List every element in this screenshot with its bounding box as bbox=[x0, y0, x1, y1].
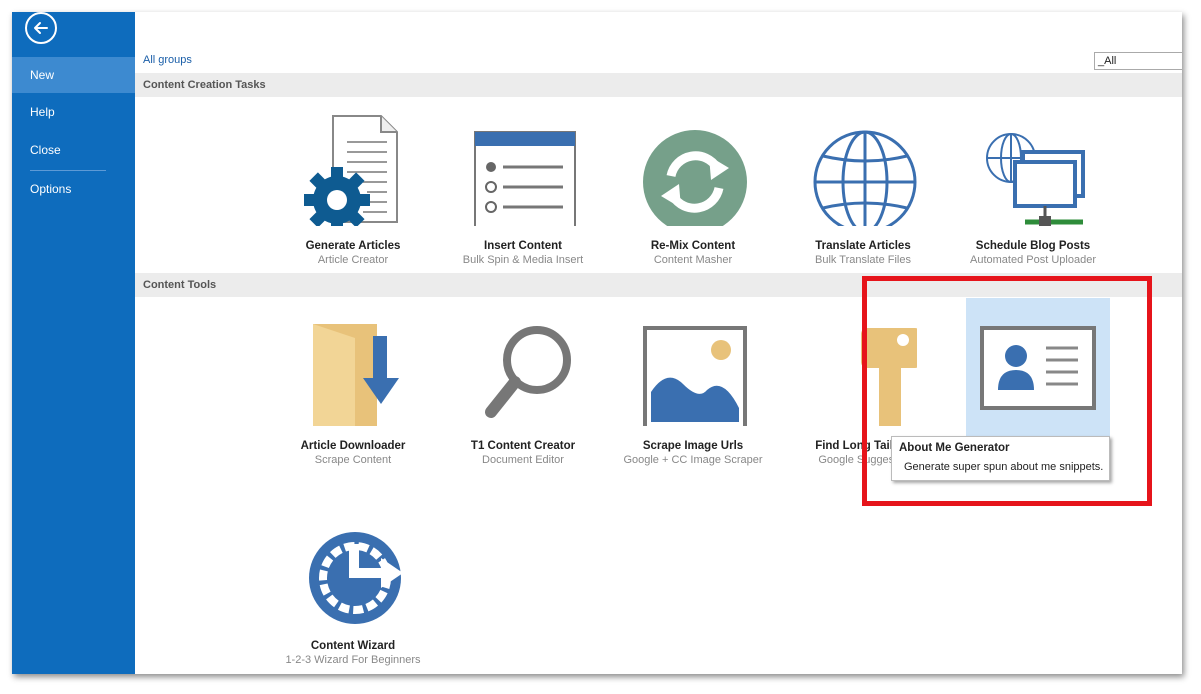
tile-title: Content Wizard bbox=[310, 640, 396, 652]
tile-title: Article Downloader bbox=[300, 440, 406, 452]
main-content: All groups _All Content Creation Tasks G… bbox=[135, 12, 1182, 674]
folder-download-icon bbox=[313, 324, 399, 426]
tile-scrape-image-urls[interactable]: Scrape Image Urls Google + CC Image Scra… bbox=[618, 298, 768, 468]
sidebar-item-new[interactable]: New bbox=[12, 57, 135, 93]
tile-generate-articles[interactable]: Generate Articles Article Creator bbox=[278, 98, 428, 268]
tile-title: Schedule Blog Posts bbox=[975, 240, 1091, 252]
tile-article-downloader[interactable]: Article Downloader Scrape Content bbox=[278, 298, 428, 468]
tile-subtitle: Article Creator bbox=[317, 254, 389, 266]
group-header-content-tools: Content Tools bbox=[135, 273, 1182, 297]
tile-subtitle: Bulk Spin & Media Insert bbox=[462, 254, 584, 266]
tile-subtitle: 1-2-3 Wizard For Beginners bbox=[285, 654, 421, 666]
group-filter-select[interactable]: _All bbox=[1094, 52, 1182, 70]
backstage-sidebar: New Help Close Options bbox=[12, 12, 135, 674]
sidebar-item-help[interactable]: Help bbox=[12, 94, 135, 130]
tile-t1-content-creator[interactable]: T1 Content Creator Document Editor bbox=[448, 298, 598, 468]
tile-subtitle: Bulk Translate Files bbox=[815, 254, 911, 266]
refresh-circle-icon bbox=[643, 130, 747, 226]
tile-title: Translate Articles bbox=[815, 240, 911, 252]
id-card-icon bbox=[980, 326, 1096, 410]
back-button[interactable] bbox=[25, 12, 57, 44]
list-window-icon bbox=[474, 131, 576, 226]
globe-icon bbox=[813, 130, 917, 226]
tooltip-title: About Me Generator bbox=[899, 442, 1010, 454]
tooltip: About Me Generator Generate super spun a… bbox=[891, 436, 1110, 481]
magnifier-icon bbox=[485, 326, 571, 418]
tile-subtitle: Content Masher bbox=[653, 254, 733, 266]
breadcrumb-all-groups[interactable]: All groups bbox=[143, 54, 192, 66]
document-gear-icon bbox=[304, 115, 398, 226]
picture-icon bbox=[643, 326, 747, 426]
tile-schedule-blog-posts[interactable]: Schedule Blog Posts Automated Post Uploa… bbox=[958, 98, 1108, 268]
tile-translate-articles[interactable]: Translate Articles Bulk Translate Files bbox=[788, 98, 938, 268]
tile-title: Insert Content bbox=[484, 240, 562, 252]
tile-insert-content[interactable]: Insert Content Bulk Spin & Media Insert bbox=[448, 98, 598, 268]
tile-title: Generate Articles bbox=[305, 240, 401, 252]
tile-subtitle: Automated Post Uploader bbox=[970, 254, 1096, 266]
key-icon bbox=[861, 328, 917, 426]
group-header-content-creation: Content Creation Tasks bbox=[135, 73, 1182, 97]
sidebar-item-options[interactable]: Options bbox=[12, 171, 135, 207]
network-monitors-icon bbox=[986, 133, 1085, 226]
tooltip-description: Generate super spun about me snippets. bbox=[904, 461, 1104, 473]
tile-content-wizard[interactable]: Content Wizard 1-2-3 Wizard For Beginner… bbox=[278, 498, 428, 668]
tile-title: Scrape Image Urls bbox=[642, 440, 744, 452]
tile-title: T1 Content Creator bbox=[470, 440, 576, 452]
tile-about-me-generator[interactable] bbox=[966, 298, 1110, 438]
wizard-clock-icon bbox=[309, 532, 403, 624]
tile-subtitle: Google + CC Image Scraper bbox=[623, 454, 763, 466]
tile-title: Re-Mix Content bbox=[650, 240, 736, 252]
tile-subtitle: Document Editor bbox=[482, 454, 564, 466]
sidebar-item-close[interactable]: Close bbox=[12, 132, 135, 168]
tile-remix-content[interactable]: Re-Mix Content Content Masher bbox=[618, 98, 768, 268]
app-window: New Help Close Options All groups _All C… bbox=[12, 12, 1182, 674]
back-arrow-icon bbox=[34, 22, 48, 34]
tile-subtitle: Scrape Content bbox=[314, 454, 392, 466]
